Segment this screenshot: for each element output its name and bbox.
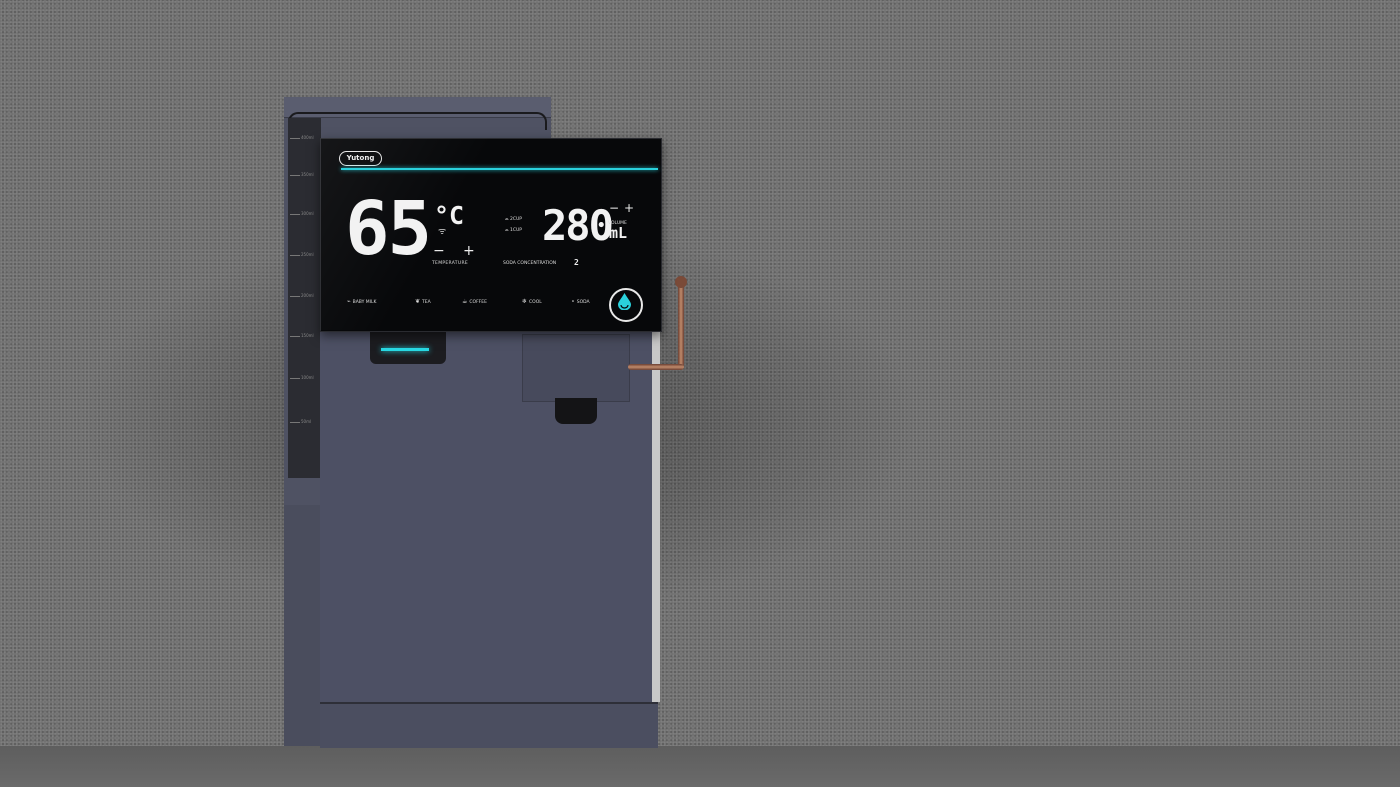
tank-mark: 400ml [301, 135, 314, 140]
bubbles-icon: ∘ [571, 298, 575, 305]
coffee-cup-icon: ☕ [462, 298, 468, 305]
cup-option-2[interactable]: ⌓ 2CUP [505, 216, 522, 222]
volume-label: VOLUME [608, 221, 627, 226]
tank-mark: 300ml [301, 211, 314, 216]
tank-level-window: 400ml 350ml 300ml 250ml 200ml 150ml 100m… [288, 118, 321, 478]
snowflake-icon: ❄ [522, 298, 528, 305]
volume-readout: 280 [542, 201, 614, 250]
spout-indicator-light [381, 348, 429, 351]
tank-handle[interactable] [288, 112, 547, 130]
cup-icon: ⌓ [505, 217, 509, 222]
tank-mark: 350ml [301, 172, 314, 177]
water-drop-icon [618, 293, 631, 310]
mode-coffee[interactable]: ☕ COFFEE [462, 298, 487, 305]
hot-water-spout [370, 330, 446, 364]
volume-unit: mL [609, 224, 628, 242]
machine-side-panel [652, 330, 660, 702]
cup-label: 2CUP [510, 217, 523, 222]
mode-label: COFFEE [469, 300, 487, 305]
temperature-label: TEMPERATURE [432, 261, 469, 266]
cup-icon: ⌓ [505, 228, 509, 233]
floor [0, 746, 1400, 787]
volume-increase-button[interactable]: + [624, 202, 634, 214]
soda-module [522, 334, 630, 402]
soda-concentration-label: SODA CONCENTRATION [503, 261, 557, 266]
mode-cool[interactable]: ❄ COOL [522, 298, 542, 305]
baby-bottle-icon: ⌁ [347, 298, 351, 305]
temperature-decrease-button[interactable]: − [433, 244, 445, 258]
textured-wall [0, 0, 1400, 746]
mode-soda[interactable]: ∘ SODA [571, 298, 590, 305]
temperature-increase-button[interactable]: + [463, 244, 475, 258]
tank-mark: 250ml [301, 252, 314, 257]
copper-pipe-connector [628, 364, 684, 370]
soda-spout [555, 398, 597, 424]
wifi-icon: ᯤ [438, 227, 447, 237]
pipe-cap [675, 276, 687, 288]
temperature-readout: 65 [345, 186, 432, 272]
mode-tea[interactable]: ❦ TEA [415, 298, 431, 305]
soda-concentration-value: 2 [574, 258, 579, 267]
drip-tray[interactable] [320, 702, 658, 748]
tank-mark: 50ml [301, 419, 312, 424]
mode-baby-milk[interactable]: ⌁ BABY MILK [347, 298, 376, 305]
mode-label: BABY MILK [352, 300, 377, 305]
tank-mark: 100ml [301, 375, 314, 380]
tea-leaf-icon: ❦ [415, 298, 421, 305]
accent-line [341, 168, 658, 170]
cup-option-1[interactable]: ⌓ 1CUP [505, 227, 522, 233]
mode-label: SODA [576, 300, 590, 305]
cup-label: 1CUP [510, 228, 523, 233]
tank-mark: 200ml [301, 293, 314, 298]
mode-label: COOL [529, 300, 542, 305]
copper-pipe [678, 283, 684, 368]
brand-logo: Yutong [339, 151, 382, 166]
tank-base [284, 505, 320, 746]
mode-label: TEA [422, 300, 431, 305]
tank-mark: 150ml [301, 333, 314, 338]
volume-decrease-button[interactable]: − [609, 202, 619, 214]
